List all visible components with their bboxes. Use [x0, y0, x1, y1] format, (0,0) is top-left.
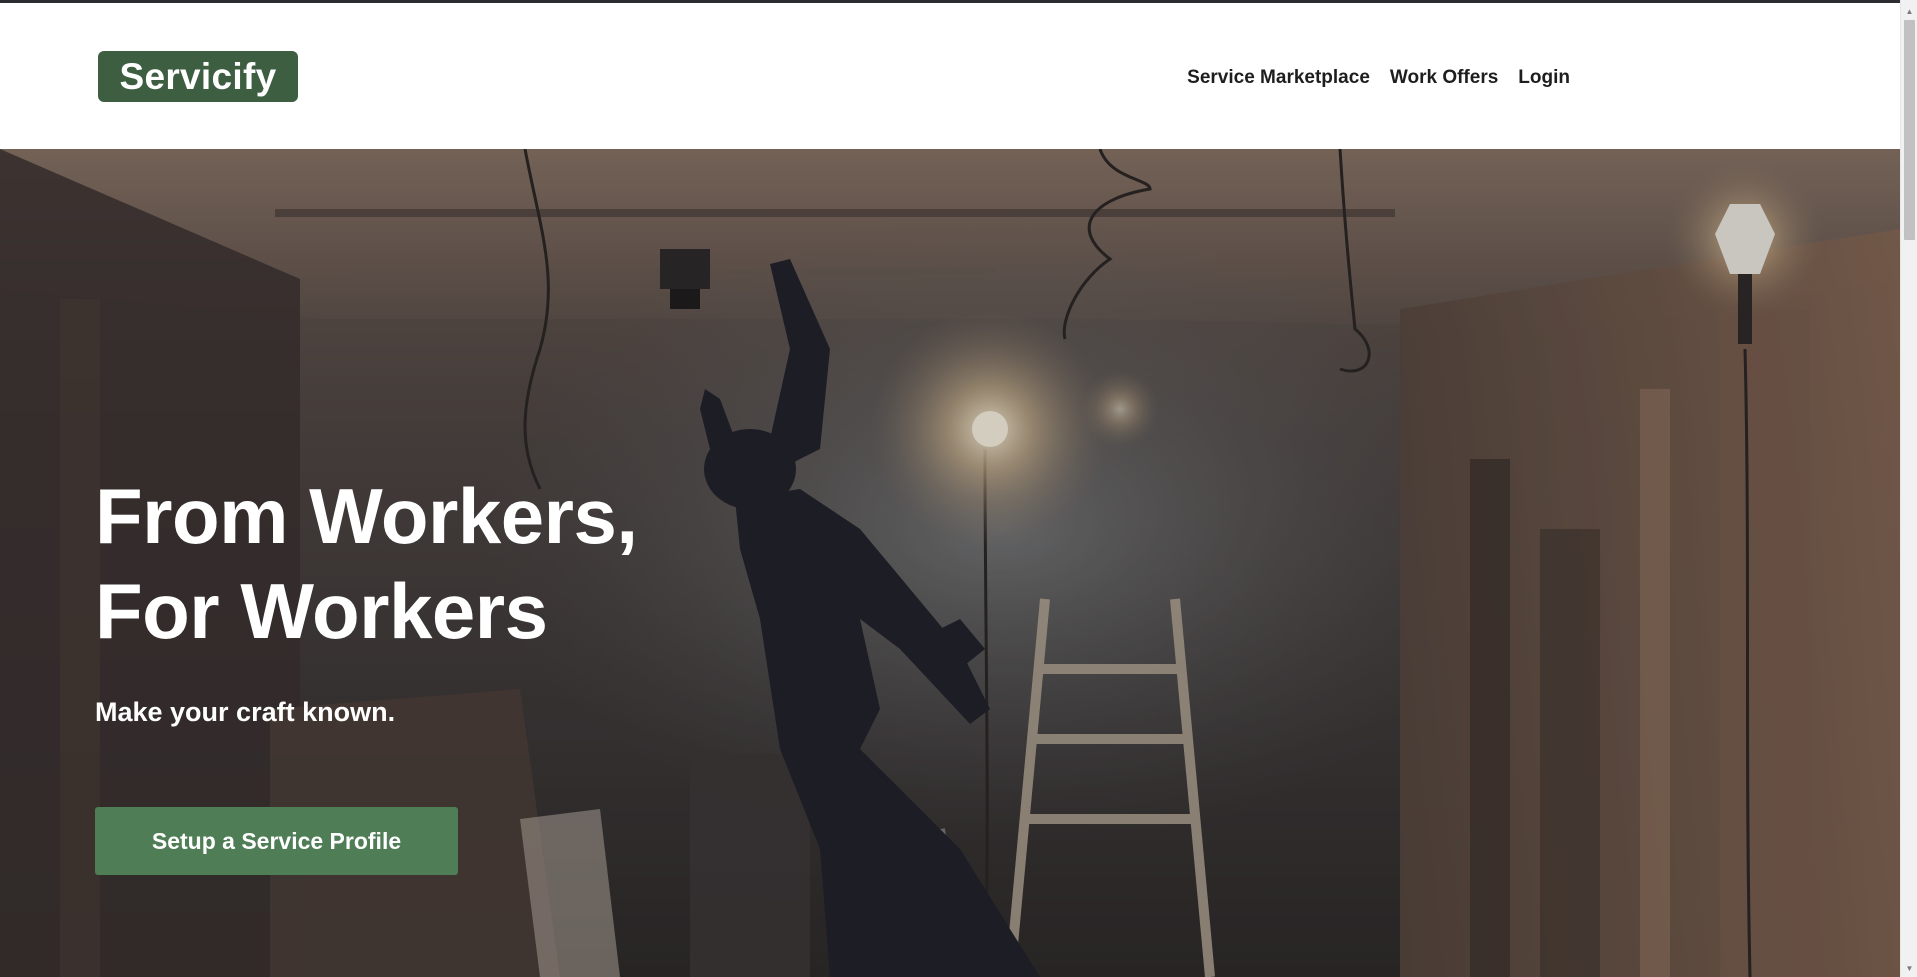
- nav-service-marketplace[interactable]: Service Marketplace: [1187, 67, 1370, 89]
- main-nav: Service Marketplace Work Offers Login: [1187, 67, 1570, 89]
- hero-title: From Workers, For Workers: [95, 469, 795, 659]
- nav-work-offers[interactable]: Work Offers: [1390, 67, 1498, 89]
- hero-title-line-2: For Workers: [95, 567, 548, 655]
- page-scrollbar[interactable]: ▲ ▼: [1900, 0, 1917, 977]
- site-header: Servicify Service Marketplace Work Offer…: [0, 3, 1900, 149]
- scrollbar-thumb[interactable]: [1904, 20, 1915, 240]
- setup-service-profile-button[interactable]: Setup a Service Profile: [95, 807, 458, 875]
- scroll-up-icon[interactable]: ▲: [1901, 3, 1917, 20]
- hero-title-line-1: From Workers,: [95, 472, 638, 560]
- hero-section: From Workers, For Workers Make your craf…: [0, 149, 1900, 977]
- scroll-down-icon[interactable]: ▼: [1901, 960, 1917, 977]
- hero-subtitle: Make your craft known.: [95, 697, 396, 727]
- nav-login[interactable]: Login: [1518, 67, 1570, 89]
- logo[interactable]: Servicify: [98, 51, 298, 102]
